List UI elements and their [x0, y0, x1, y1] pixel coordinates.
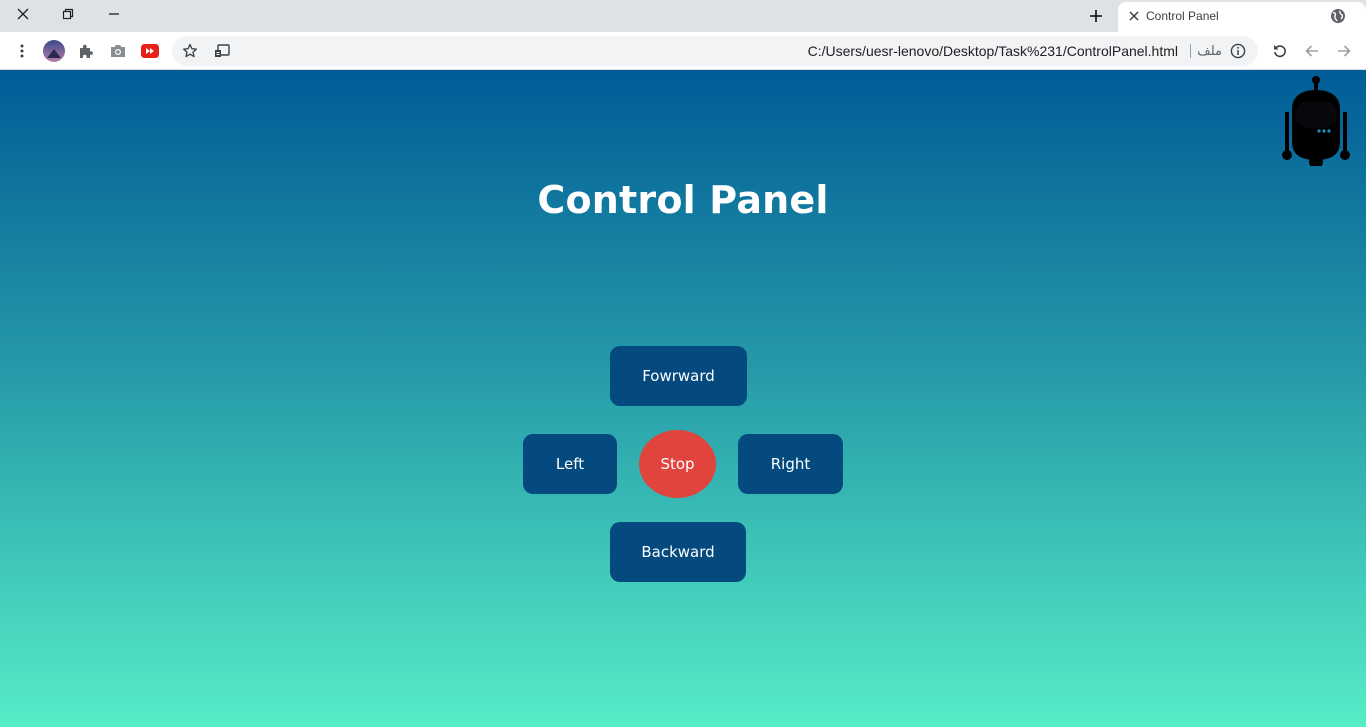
- site-info-button[interactable]: [1224, 37, 1252, 65]
- cast-icon: [215, 44, 230, 57]
- globe-icon: [1331, 9, 1345, 23]
- tab-close-button[interactable]: [1126, 8, 1142, 24]
- kebab-menu-icon: [20, 44, 24, 58]
- url-text: C:/Users/uesr-lenovo/Desktop/Task%231/Co…: [807, 43, 1178, 59]
- youtube-extension-button[interactable]: [136, 37, 164, 65]
- window-restore-button[interactable]: [45, 0, 91, 28]
- page-viewport: Control Panel Fowrward Left Stop Right B…: [0, 70, 1366, 727]
- right-button[interactable]: Right: [738, 434, 843, 494]
- back-button[interactable]: [1298, 37, 1326, 65]
- window-minimize-button[interactable]: [91, 0, 137, 28]
- tab-title: Control Panel: [1146, 9, 1219, 23]
- youtube-icon: [141, 44, 159, 58]
- plus-icon: [1090, 10, 1102, 22]
- close-icon: [1129, 11, 1139, 21]
- new-tab-button[interactable]: [1082, 4, 1110, 28]
- screenshot-extension-button[interactable]: [104, 37, 132, 65]
- url-separator: [1190, 44, 1191, 58]
- address-bar[interactable]: C:/Users/uesr-lenovo/Desktop/Task%231/Co…: [172, 36, 1258, 66]
- window-close-button[interactable]: [0, 0, 46, 28]
- star-icon: [182, 43, 198, 58]
- stop-button[interactable]: Stop: [639, 430, 716, 498]
- avatar-icon: [43, 40, 65, 62]
- forward-button[interactable]: [1330, 37, 1358, 65]
- browser-toolbar: C:/Users/uesr-lenovo/Desktop/Task%231/Co…: [0, 32, 1366, 70]
- menu-button[interactable]: [8, 37, 36, 65]
- minimize-icon: [109, 13, 119, 15]
- reload-button[interactable]: [1266, 37, 1294, 65]
- extensions-button[interactable]: [72, 37, 100, 65]
- active-tab[interactable]: Control Panel: [1118, 2, 1366, 34]
- camera-icon: [111, 45, 125, 57]
- bookmark-button[interactable]: [176, 37, 204, 65]
- close-icon: [17, 8, 29, 20]
- puzzle-icon: [80, 44, 93, 58]
- page-title: Control Panel: [537, 178, 829, 222]
- profile-button[interactable]: [40, 37, 68, 65]
- info-icon: [1230, 43, 1246, 59]
- forward-button[interactable]: Fowrward: [610, 346, 747, 406]
- backward-button[interactable]: Backward: [610, 522, 746, 582]
- arrow-left-icon: [1305, 45, 1318, 57]
- robot-icon: [1282, 76, 1350, 166]
- reload-icon: [1274, 45, 1286, 58]
- left-button[interactable]: Left: [523, 434, 617, 494]
- restore-icon: [62, 8, 74, 20]
- scheme-chip[interactable]: ملف: [1197, 43, 1222, 59]
- arrow-right-icon: [1338, 45, 1351, 57]
- tab-strip: Control Panel: [0, 0, 1366, 34]
- cast-button[interactable]: [208, 37, 236, 65]
